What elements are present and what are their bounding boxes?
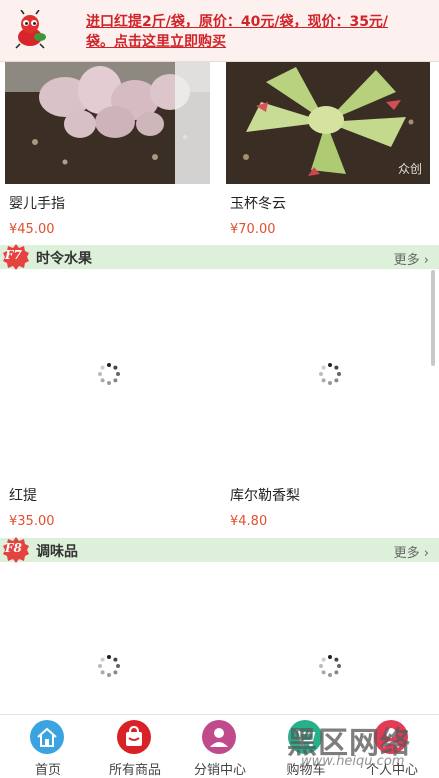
floor-badge-label: F7	[5, 248, 22, 262]
cart-icon	[288, 720, 322, 754]
product-image-loading[interactable]	[5, 270, 210, 475]
floor-badge-label: F8	[5, 541, 22, 555]
nav-label: 所有商品	[108, 763, 161, 778]
section-title: 时令水果	[36, 251, 92, 267]
product-card[interactable]: 婴儿手指 ¥45.00	[5, 62, 210, 242]
distribution-icon	[202, 720, 236, 754]
loading-spinner-icon	[98, 363, 120, 385]
nav-item-home[interactable]: 首页	[4, 715, 92, 778]
nav-item-distribution[interactable]: 分销中心	[176, 715, 264, 778]
product-image-loading[interactable]	[226, 563, 431, 713]
product-price: ¥70.00	[230, 222, 276, 237]
product-name[interactable]: 玉杯冬云	[230, 193, 286, 213]
loading-spinner-icon	[319, 655, 341, 677]
product-price: ¥4.80	[230, 514, 268, 529]
section-header-seasoning: F8 调味品 更多 ›	[0, 537, 439, 563]
product-price: ¥45.00	[9, 222, 55, 237]
nav-label: 分销中心	[193, 763, 246, 778]
banner-promo-link[interactable]: 进口红提2斤/袋，原价：40元/袋，现价：35元/袋。点击这里立即购买	[86, 12, 406, 52]
nav-label: 购物车	[286, 763, 326, 778]
product-image-loading[interactable]	[226, 270, 431, 475]
home-icon	[30, 720, 64, 754]
product-card[interactable]: 众创 玉杯冬云 ¥70.00	[226, 62, 431, 242]
vertical-scrollbar[interactable]	[431, 270, 435, 366]
nav-item-profile[interactable]: 个人中心	[348, 715, 436, 778]
ant-mascot-icon	[15, 10, 46, 49]
product-name[interactable]: 库尔勒香梨	[230, 485, 300, 505]
section-title: 调味品	[36, 544, 78, 560]
more-link-label[interactable]: 更多	[394, 253, 420, 268]
product-card[interactable]: 红提 ¥35.00	[5, 270, 210, 532]
more-link[interactable]: 更多 ›	[394, 542, 429, 561]
product-row: 红提 ¥35.00 库尔勒香梨 ¥4.80	[0, 270, 439, 532]
nav-label: 首页	[34, 763, 61, 778]
nav-label: 个人中心	[365, 763, 418, 778]
loading-spinner-icon	[98, 655, 120, 677]
more-link[interactable]: 更多 ›	[394, 249, 429, 268]
product-image[interactable]: 众创	[226, 62, 430, 184]
product-row: 婴儿手指 ¥45.00 众创 玉杯冬云 ¥70.00	[0, 62, 439, 242]
product-image[interactable]	[5, 62, 210, 184]
product-price: ¥35.00	[9, 514, 55, 529]
product-name[interactable]: 红提	[9, 485, 37, 505]
nav-item-all-products[interactable]: 所有商品	[91, 715, 179, 778]
loading-spinner-icon	[319, 363, 341, 385]
product-card[interactable]: 库尔勒香梨 ¥4.80	[226, 270, 431, 532]
announcement-banner[interactable]: 进口红提2斤/袋，原价：40元/袋，现价：35元/袋。点击这里立即购买	[0, 0, 439, 62]
more-link-label[interactable]: 更多	[394, 546, 420, 561]
chevron-right-icon: ›	[419, 546, 429, 561]
user-icon	[374, 720, 408, 754]
product-row	[0, 563, 439, 713]
product-image-loading[interactable]	[5, 563, 210, 713]
shopping-bag-icon	[117, 720, 151, 754]
product-card[interactable]	[226, 563, 431, 713]
photo-watermark: 众创	[397, 162, 422, 176]
chevron-right-icon: ›	[419, 253, 429, 268]
bottom-nav: 首页 所有商品 分销中心 购物车 个人中心	[0, 714, 439, 778]
section-header-fruit: F7 时令水果 更多 ›	[0, 244, 439, 270]
product-card[interactable]	[5, 563, 210, 713]
product-name[interactable]: 婴儿手指	[9, 193, 65, 213]
nav-item-cart[interactable]: 购物车	[262, 715, 350, 778]
